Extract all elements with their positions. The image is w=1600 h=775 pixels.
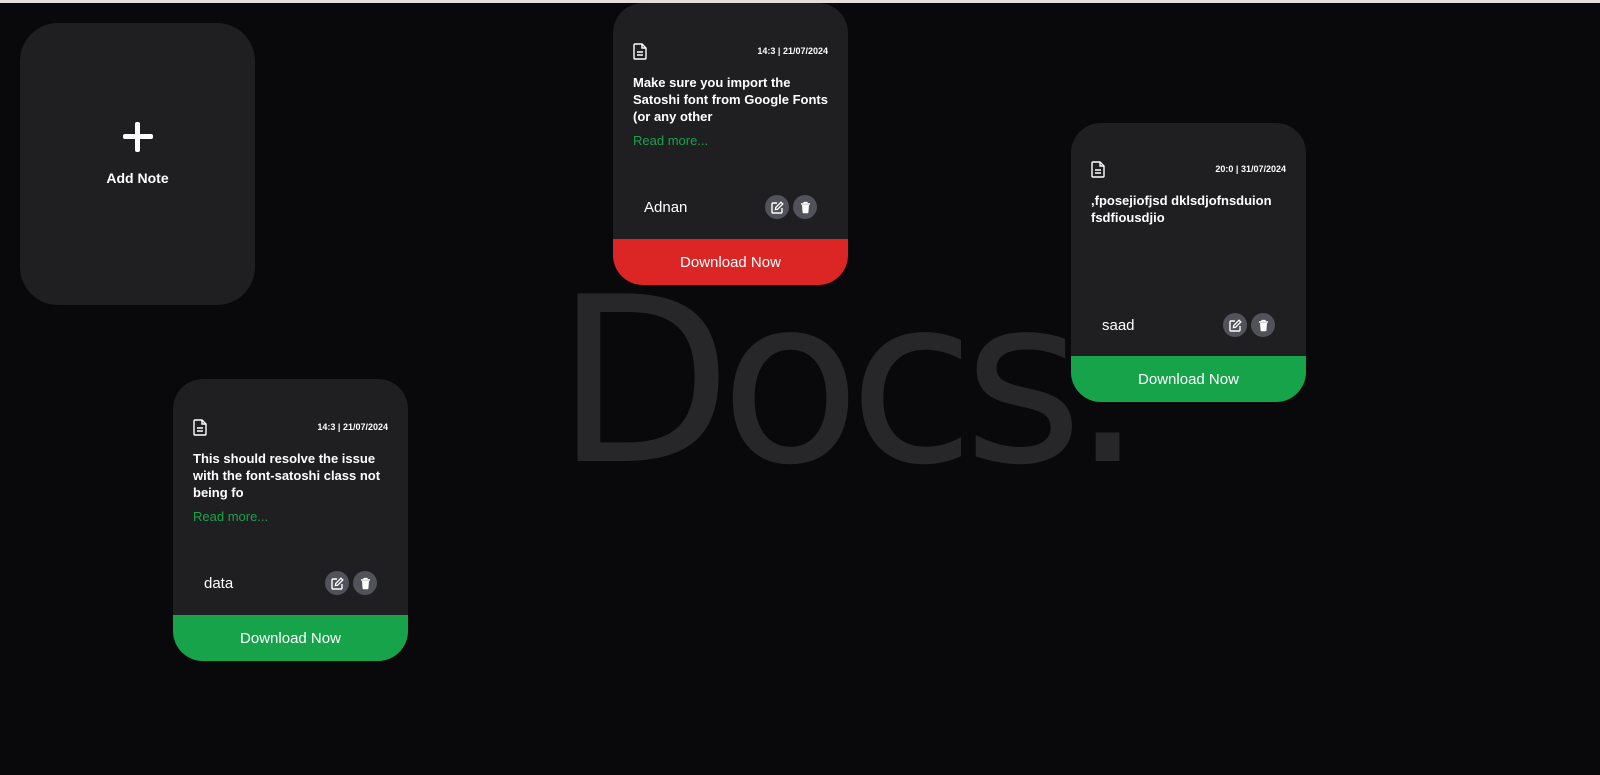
edit-icon (1228, 318, 1242, 332)
document-icon (193, 418, 207, 436)
add-note-label: Add Note (106, 170, 169, 186)
download-now-button[interactable]: Download Now (613, 239, 848, 285)
note-actions (1223, 313, 1275, 337)
trash-icon (360, 577, 370, 589)
note-actions (325, 571, 377, 595)
note-content: Make sure you import the Satoshi font fr… (633, 75, 828, 124)
read-more-link[interactable]: Read more... (173, 509, 408, 524)
edit-icon (330, 576, 344, 590)
download-now-button[interactable]: Download Now (173, 615, 408, 661)
add-note-button[interactable]: Add Note (20, 23, 255, 305)
edit-icon (770, 200, 784, 214)
note-card: 14:3 | 21/07/2024 This should resolve th… (173, 379, 408, 661)
edit-button[interactable] (765, 195, 789, 219)
docs-watermark: Docs. (555, 249, 1144, 516)
note-footer: saad (1071, 311, 1306, 339)
note-date: 14:3 | 21/07/2024 (317, 422, 388, 432)
delete-button[interactable] (1251, 313, 1275, 337)
plus-icon (122, 122, 153, 152)
note-actions (765, 195, 817, 219)
edit-button[interactable] (325, 571, 349, 595)
trash-icon (800, 201, 810, 213)
note-content: This should resolve the issue with the f… (193, 451, 381, 500)
note-footer: Adnan (613, 193, 848, 221)
trash-icon (1258, 319, 1268, 331)
document-icon (1091, 160, 1105, 178)
note-footer: data (173, 569, 408, 597)
document-icon (633, 42, 647, 60)
note-card: 20:0 | 31/07/2024 ,fposejiofjsd dklsdjof… (1071, 123, 1306, 402)
delete-button[interactable] (793, 195, 817, 219)
note-card: 14:3 | 21/07/2024 Make sure you import t… (613, 3, 848, 285)
note-author: saad (1102, 316, 1135, 334)
delete-button[interactable] (353, 571, 377, 595)
note-author: data (204, 574, 234, 592)
read-more-link[interactable]: Read more... (613, 133, 848, 148)
note-author: Adnan (644, 198, 688, 216)
note-date: 20:0 | 31/07/2024 (1215, 164, 1286, 174)
download-now-button[interactable]: Download Now (1071, 356, 1306, 402)
note-date: 14:3 | 21/07/2024 (757, 46, 828, 56)
edit-button[interactable] (1223, 313, 1247, 337)
note-content: ,fposejiofjsd dklsdjofnsduion fsdfiousdj… (1091, 193, 1272, 225)
